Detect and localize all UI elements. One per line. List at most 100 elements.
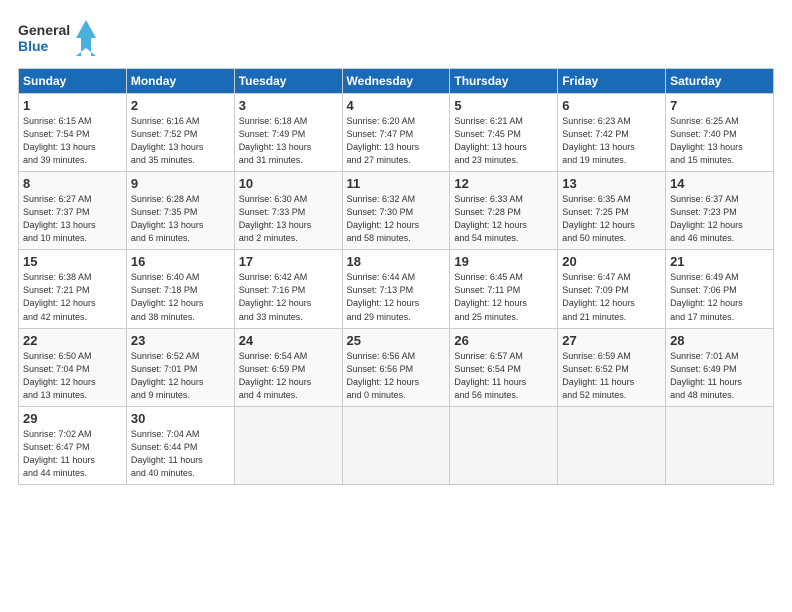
day-number: 27	[562, 333, 661, 348]
day-info: Sunrise: 6:56 AM Sunset: 6:56 PM Dayligh…	[347, 350, 446, 402]
logo-svg: General Blue	[18, 18, 98, 58]
day-number: 2	[131, 98, 230, 113]
day-info: Sunrise: 6:21 AM Sunset: 7:45 PM Dayligh…	[454, 115, 553, 167]
day-cell: 19 Sunrise: 6:45 AM Sunset: 7:11 PM Dayli…	[450, 250, 558, 328]
day-info: Sunrise: 6:45 AM Sunset: 7:11 PM Dayligh…	[454, 271, 553, 323]
day-cell: 14 Sunrise: 6:37 AM Sunset: 7:23 PM Dayli…	[666, 172, 774, 250]
day-cell: 24Sunrise: 6:54 AM Sunset: 6:59 PM Dayli…	[234, 328, 342, 406]
page: General Blue SundayMondayTuesdayWednesda…	[0, 0, 792, 495]
day-info: Sunrise: 6:47 AM Sunset: 7:09 PM Dayligh…	[562, 271, 661, 323]
svg-text:General: General	[18, 22, 70, 38]
day-cell: 28 Sunrise: 7:01 AM Sunset: 6:49 PM Dayli…	[666, 328, 774, 406]
week-row-4: 22Sunrise: 6:50 AM Sunset: 7:04 PM Dayli…	[19, 328, 774, 406]
header: General Blue	[18, 18, 774, 58]
day-number: 9	[131, 176, 230, 191]
day-number: 10	[239, 176, 338, 191]
day-number: 16	[131, 254, 230, 269]
day-cell: 22Sunrise: 6:50 AM Sunset: 7:04 PM Dayli…	[19, 328, 127, 406]
day-info: Sunrise: 6:27 AM Sunset: 7:37 PM Dayligh…	[23, 193, 122, 245]
day-info: Sunrise: 6:18 AM Sunset: 7:49 PM Dayligh…	[239, 115, 338, 167]
day-number: 1	[23, 98, 122, 113]
day-cell: 25 Sunrise: 6:56 AM Sunset: 6:56 PM Dayli…	[342, 328, 450, 406]
day-info: Sunrise: 6:32 AM Sunset: 7:30 PM Dayligh…	[347, 193, 446, 245]
day-number: 30	[131, 411, 230, 426]
day-info: Sunrise: 6:38 AM Sunset: 7:21 PM Dayligh…	[23, 271, 122, 323]
day-cell	[666, 406, 774, 484]
day-info: Sunrise: 6:50 AM Sunset: 7:04 PM Dayligh…	[23, 350, 122, 402]
day-cell: 12 Sunrise: 6:33 AM Sunset: 7:28 PM Dayli…	[450, 172, 558, 250]
header-row: SundayMondayTuesdayWednesdayThursdayFrid…	[19, 69, 774, 94]
day-number: 18	[347, 254, 446, 269]
day-info: Sunrise: 6:57 AM Sunset: 6:54 PM Dayligh…	[454, 350, 553, 402]
day-cell: 10 Sunrise: 6:30 AM Sunset: 7:33 PM Dayli…	[234, 172, 342, 250]
col-header-thursday: Thursday	[450, 69, 558, 94]
day-number: 5	[454, 98, 553, 113]
day-cell: 6 Sunrise: 6:23 AM Sunset: 7:42 PM Daylig…	[558, 94, 666, 172]
day-cell: 20Sunrise: 6:47 AM Sunset: 7:09 PM Dayli…	[558, 250, 666, 328]
day-cell: 3 Sunrise: 6:18 AM Sunset: 7:49 PM Daylig…	[234, 94, 342, 172]
day-info: Sunrise: 6:54 AM Sunset: 6:59 PM Dayligh…	[239, 350, 338, 402]
week-row-5: 29Sunrise: 7:02 AM Sunset: 6:47 PM Dayli…	[19, 406, 774, 484]
day-info: Sunrise: 6:44 AM Sunset: 7:13 PM Dayligh…	[347, 271, 446, 323]
day-info: Sunrise: 6:23 AM Sunset: 7:42 PM Dayligh…	[562, 115, 661, 167]
day-number: 6	[562, 98, 661, 113]
day-number: 17	[239, 254, 338, 269]
day-cell: 11 Sunrise: 6:32 AM Sunset: 7:30 PM Dayli…	[342, 172, 450, 250]
day-cell: 26 Sunrise: 6:57 AM Sunset: 6:54 PM Dayli…	[450, 328, 558, 406]
day-number: 12	[454, 176, 553, 191]
day-info: Sunrise: 6:59 AM Sunset: 6:52 PM Dayligh…	[562, 350, 661, 402]
day-number: 8	[23, 176, 122, 191]
day-cell: 13 Sunrise: 6:35 AM Sunset: 7:25 PM Dayli…	[558, 172, 666, 250]
day-cell: 9Sunrise: 6:28 AM Sunset: 7:35 PM Daylig…	[126, 172, 234, 250]
day-number: 3	[239, 98, 338, 113]
day-cell: 7Sunrise: 6:25 AM Sunset: 7:40 PM Daylig…	[666, 94, 774, 172]
day-number: 19	[454, 254, 553, 269]
day-info: Sunrise: 6:30 AM Sunset: 7:33 PM Dayligh…	[239, 193, 338, 245]
col-header-monday: Monday	[126, 69, 234, 94]
day-number: 29	[23, 411, 122, 426]
day-number: 4	[347, 98, 446, 113]
week-row-1: 1 Sunrise: 6:15 AM Sunset: 7:54 PM Daylig…	[19, 94, 774, 172]
day-cell: 18 Sunrise: 6:44 AM Sunset: 7:13 PM Dayli…	[342, 250, 450, 328]
day-info: Sunrise: 7:01 AM Sunset: 6:49 PM Dayligh…	[670, 350, 769, 402]
day-info: Sunrise: 6:37 AM Sunset: 7:23 PM Dayligh…	[670, 193, 769, 245]
day-cell: 5 Sunrise: 6:21 AM Sunset: 7:45 PM Daylig…	[450, 94, 558, 172]
week-row-3: 15 Sunrise: 6:38 AM Sunset: 7:21 PM Dayli…	[19, 250, 774, 328]
day-info: Sunrise: 6:52 AM Sunset: 7:01 PM Dayligh…	[131, 350, 230, 402]
col-header-saturday: Saturday	[666, 69, 774, 94]
day-cell	[558, 406, 666, 484]
day-info: Sunrise: 6:16 AM Sunset: 7:52 PM Dayligh…	[131, 115, 230, 167]
day-cell: 30 Sunrise: 7:04 AM Sunset: 6:44 PM Dayli…	[126, 406, 234, 484]
day-cell: 8 Sunrise: 6:27 AM Sunset: 7:37 PM Daylig…	[19, 172, 127, 250]
day-number: 23	[131, 333, 230, 348]
day-cell: 15 Sunrise: 6:38 AM Sunset: 7:21 PM Dayli…	[19, 250, 127, 328]
day-cell	[234, 406, 342, 484]
col-header-sunday: Sunday	[19, 69, 127, 94]
day-info: Sunrise: 6:35 AM Sunset: 7:25 PM Dayligh…	[562, 193, 661, 245]
day-info: Sunrise: 6:42 AM Sunset: 7:16 PM Dayligh…	[239, 271, 338, 323]
svg-text:Blue: Blue	[18, 38, 49, 54]
day-info: Sunrise: 6:49 AM Sunset: 7:06 PM Dayligh…	[670, 271, 769, 323]
logo: General Blue	[18, 18, 98, 58]
day-number: 13	[562, 176, 661, 191]
calendar-table: SundayMondayTuesdayWednesdayThursdayFrid…	[18, 68, 774, 485]
day-cell: 17 Sunrise: 6:42 AM Sunset: 7:16 PM Dayli…	[234, 250, 342, 328]
day-number: 15	[23, 254, 122, 269]
day-info: Sunrise: 6:25 AM Sunset: 7:40 PM Dayligh…	[670, 115, 769, 167]
day-info: Sunrise: 6:20 AM Sunset: 7:47 PM Dayligh…	[347, 115, 446, 167]
col-header-tuesday: Tuesday	[234, 69, 342, 94]
day-cell: 4 Sunrise: 6:20 AM Sunset: 7:47 PM Daylig…	[342, 94, 450, 172]
day-info: Sunrise: 7:04 AM Sunset: 6:44 PM Dayligh…	[131, 428, 230, 480]
day-number: 25	[347, 333, 446, 348]
day-cell: 23 Sunrise: 6:52 AM Sunset: 7:01 PM Dayli…	[126, 328, 234, 406]
day-number: 26	[454, 333, 553, 348]
day-number: 21	[670, 254, 769, 269]
day-info: Sunrise: 6:15 AM Sunset: 7:54 PM Dayligh…	[23, 115, 122, 167]
day-number: 28	[670, 333, 769, 348]
day-number: 14	[670, 176, 769, 191]
day-number: 11	[347, 176, 446, 191]
day-cell: 27 Sunrise: 6:59 AM Sunset: 6:52 PM Dayli…	[558, 328, 666, 406]
day-cell	[342, 406, 450, 484]
day-info: Sunrise: 6:33 AM Sunset: 7:28 PM Dayligh…	[454, 193, 553, 245]
day-cell	[450, 406, 558, 484]
